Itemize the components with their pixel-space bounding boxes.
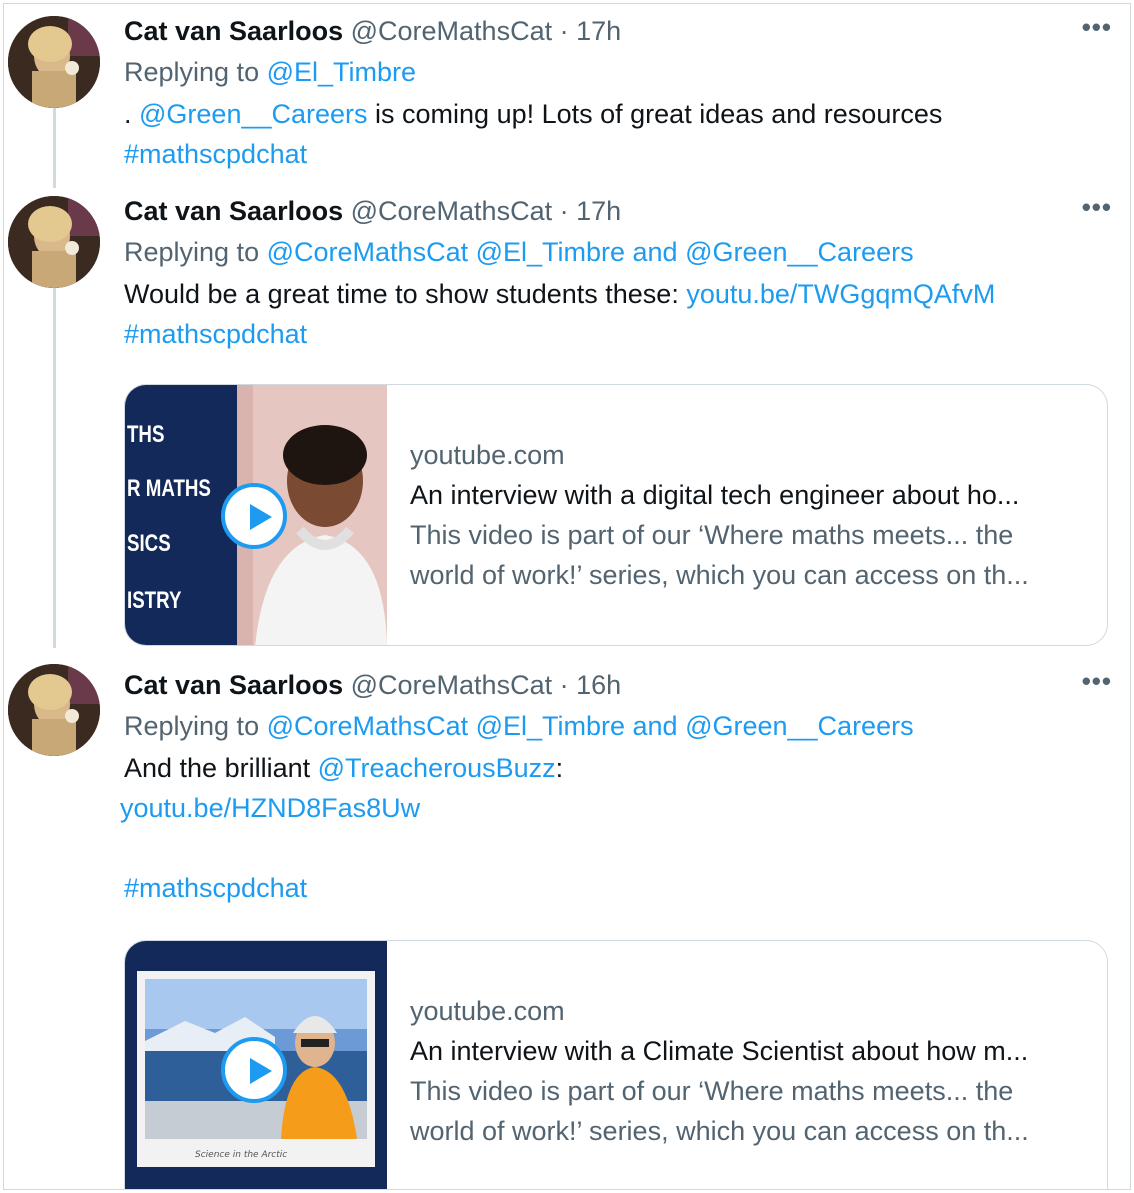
video-link[interactable]: youtu.be/HZND8Fas8Uw <box>120 793 420 823</box>
timestamp[interactable]: 17h <box>576 196 621 226</box>
tweet-text: Would be a great time to show students t… <box>124 274 1112 354</box>
user-handle[interactable]: @CoreMathsCat <box>351 16 552 46</box>
card-description: world of work!’ series, which you can ac… <box>410 560 1029 590</box>
hashtag-link[interactable]: #mathscpdchat <box>124 139 307 169</box>
thumbnail-text: THS <box>127 421 165 448</box>
replying-prefix: Replying to <box>124 237 260 267</box>
play-icon[interactable] <box>221 1037 287 1103</box>
text-body: is coming up! Lots of great ideas and re… <box>367 99 943 129</box>
replying-prefix: Replying to <box>124 57 260 87</box>
tweet-header: Cat van Saarloos @CoreMathsCat · 17h <box>124 12 1112 50</box>
card-text: youtube.com An interview with a Climate … <box>410 991 1091 1151</box>
replying-to-link[interactable]: @CoreMathsCat @El_Timbre and @Green__Car… <box>267 237 914 267</box>
tweet-text: And the brilliant @TreacherousBuzz: <box>124 748 1112 788</box>
avatar[interactable] <box>8 196 100 288</box>
separator: · <box>559 196 569 226</box>
replying-to: Replying to @El_Timbre <box>124 50 1112 94</box>
timestamp[interactable]: 16h <box>576 670 621 700</box>
thumbnail-text: ISTRY <box>127 587 182 614</box>
replying-to: Replying to @CoreMathsCat @El_Timbre and… <box>124 230 1112 274</box>
card-domain: youtube.com <box>410 996 565 1026</box>
tweet-thread: Cat van Saarloos @CoreMathsCat · 17h •••… <box>3 3 1131 1190</box>
more-horizontal-icon[interactable]: ••• <box>1082 192 1112 222</box>
video-thumbnail[interactable]: THS R MATHS SICS ISTRY <box>125 385 387 645</box>
tweet-hashtag-line: #mathscpdchat <box>124 868 1112 908</box>
timestamp[interactable]: 17h <box>576 16 621 46</box>
thumbnail-text: SICS <box>127 530 171 557</box>
card-title: An interview with a Climate Scientist ab… <box>410 1036 1029 1066</box>
hashtag-link[interactable]: #mathscpdchat <box>124 319 307 349</box>
text-body: And the brilliant <box>124 753 318 783</box>
card-text: youtube.com An interview with a digital … <box>410 435 1091 595</box>
thumbnail-text: R MATHS <box>127 475 211 502</box>
mention-link[interactable]: @TreacherousBuzz <box>318 753 556 783</box>
card-domain: youtube.com <box>410 440 565 470</box>
text-suffix: : <box>555 753 564 783</box>
avatar[interactable] <box>8 16 100 108</box>
user-handle[interactable]: @CoreMathsCat <box>351 196 552 226</box>
play-icon[interactable] <box>221 483 287 549</box>
link-card[interactable]: Science in the Arctic youtube.com An int… <box>124 940 1108 1189</box>
text-body: Would be a great time to show students t… <box>124 279 687 309</box>
replying-prefix: Replying to <box>124 711 260 741</box>
separator: · <box>559 670 569 700</box>
tweet-header: Cat van Saarloos @CoreMathsCat · 17h <box>124 192 1112 230</box>
more-horizontal-icon[interactable]: ••• <box>1082 12 1112 42</box>
card-description: This video is part of our ‘Where maths m… <box>410 1076 1014 1106</box>
card-title: An interview with a digital tech enginee… <box>410 480 1020 510</box>
more-horizontal-icon[interactable]: ••• <box>1082 666 1112 696</box>
card-description: world of work!’ series, which you can ac… <box>410 1116 1029 1146</box>
card-description: This video is part of our ‘Where maths m… <box>410 520 1014 550</box>
display-name[interactable]: Cat van Saarloos <box>124 196 343 226</box>
svg-text:Science in the Arctic: Science in the Arctic <box>195 1150 287 1160</box>
tweet-3[interactable]: Cat van Saarloos @CoreMathsCat · 16h •••… <box>4 660 1130 1189</box>
tweet-link-line: youtu.be/HZND8Fas8Uw <box>120 788 1112 828</box>
display-name[interactable]: Cat van Saarloos <box>124 670 343 700</box>
link-card[interactable]: THS R MATHS SICS ISTRY youtube.com An in… <box>124 384 1108 646</box>
tweet-2[interactable]: Cat van Saarloos @CoreMathsCat · 17h •••… <box>4 184 1130 660</box>
tweet-1[interactable]: Cat van Saarloos @CoreMathsCat · 17h •••… <box>4 4 1130 184</box>
mention-link[interactable]: @Green__Careers <box>139 99 368 129</box>
display-name[interactable]: Cat van Saarloos <box>124 16 343 46</box>
replying-to-link[interactable]: @CoreMathsCat @El_Timbre and @Green__Car… <box>267 711 914 741</box>
text-prefix: . <box>124 99 140 129</box>
replying-to-link[interactable]: @El_Timbre <box>267 57 416 87</box>
separator: · <box>559 16 569 46</box>
tweet-text: . @Green__Careers is coming up! Lots of … <box>124 94 1112 174</box>
replying-to: Replying to @CoreMathsCat @El_Timbre and… <box>124 704 1112 748</box>
hashtag-link[interactable]: #mathscpdchat <box>124 873 307 903</box>
avatar[interactable] <box>8 664 100 756</box>
user-handle[interactable]: @CoreMathsCat <box>351 670 552 700</box>
video-link[interactable]: youtu.be/TWGgqmQAfvM <box>686 279 995 309</box>
tweet-header: Cat van Saarloos @CoreMathsCat · 16h <box>124 666 1112 704</box>
video-thumbnail[interactable]: Science in the Arctic <box>125 941 387 1189</box>
